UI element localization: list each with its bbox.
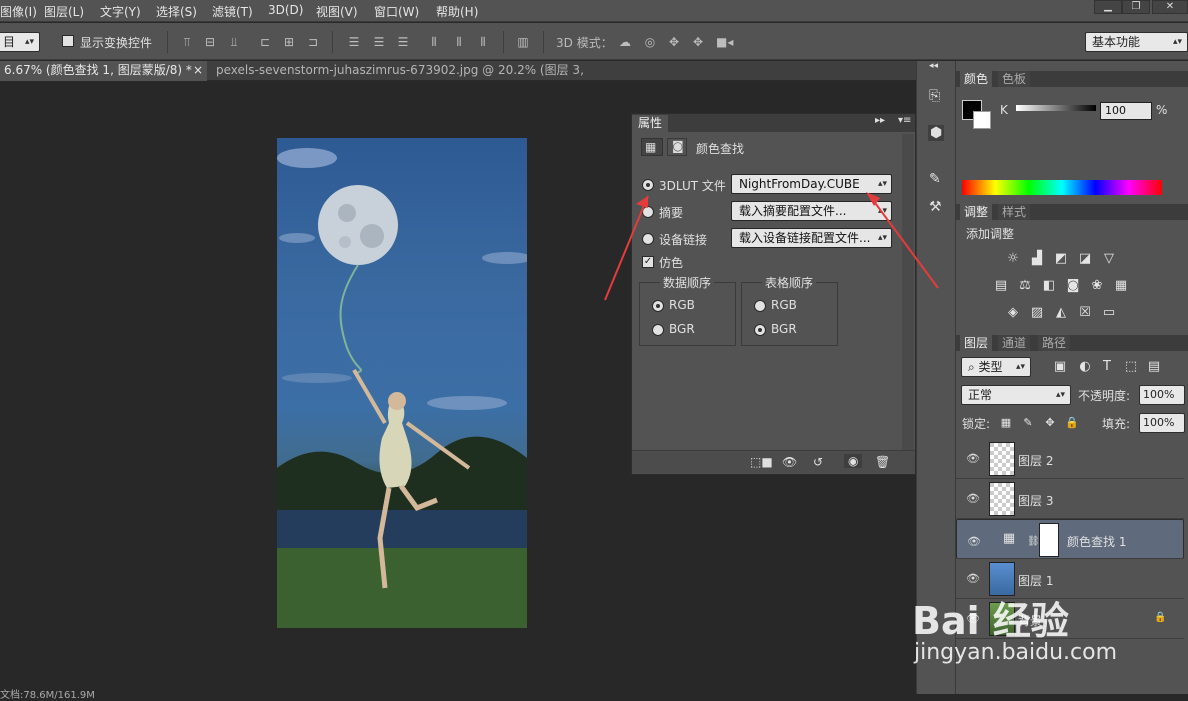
watermark-url: jingyan.baidu.com [914,640,1118,665]
baidu-logo: Bai 经验 [912,599,1069,643]
baidu-watermark: Bai 经验 jingyan.baidu.com [912,590,1152,670]
